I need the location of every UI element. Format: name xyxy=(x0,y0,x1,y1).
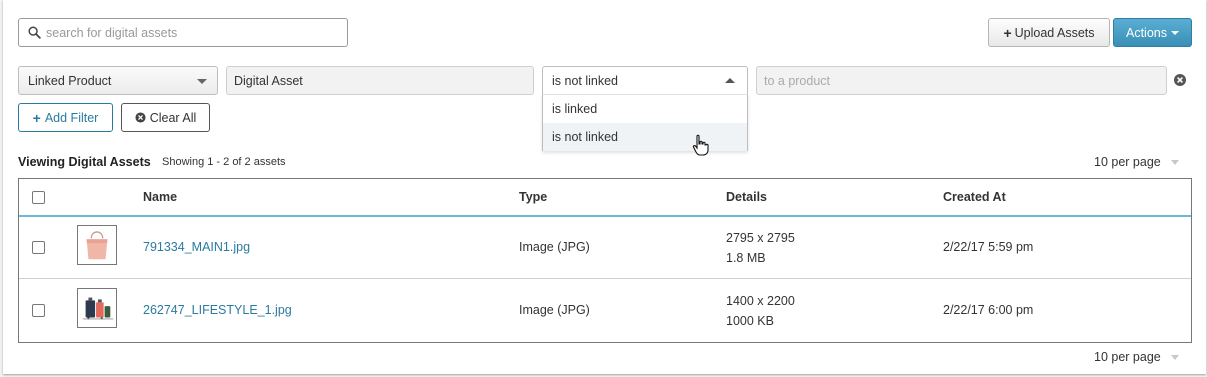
per-page-select-bottom[interactable]: 10 per page xyxy=(1094,350,1179,364)
row-checkbox[interactable] xyxy=(32,241,45,254)
asset-dimensions: 1400 x 2200 xyxy=(726,294,795,308)
add-filter-button[interactable]: + Add Filter xyxy=(18,103,113,132)
column-header-details[interactable]: Details xyxy=(726,190,767,204)
results-count: Showing 1 - 2 of 2 assets xyxy=(162,156,286,168)
tote-bag-image xyxy=(86,231,108,260)
asset-dimensions: 2795 x 2795 xyxy=(726,231,795,245)
per-page-select-top[interactable]: 10 per page xyxy=(1094,155,1179,169)
plus-icon: + xyxy=(32,109,41,126)
filter-operator-select[interactable]: is not linked xyxy=(542,66,748,95)
asset-details: 1400 x 2200 1000 KB xyxy=(726,291,795,331)
assets-table: Name Type Details Created At 791334_MAIN… xyxy=(18,178,1192,343)
actions-button[interactable]: Actions xyxy=(1113,18,1192,47)
clear-all-button[interactable]: Clear All xyxy=(121,103,210,132)
list-title: Viewing Digital Assets xyxy=(18,155,151,169)
search-box[interactable] xyxy=(18,18,348,47)
chevron-down-icon xyxy=(1171,30,1179,35)
table-row: 262747_LIFESTYLE_1.jpg Image (JPG) 1400 … xyxy=(19,280,1191,342)
actions-label: Actions xyxy=(1126,25,1167,40)
chevron-down-icon xyxy=(1170,354,1179,360)
filter-field-select[interactable]: Linked Product xyxy=(18,66,218,95)
asset-thumbnail[interactable] xyxy=(77,225,117,265)
remove-filter-icon[interactable] xyxy=(1173,73,1187,87)
column-header-type[interactable]: Type xyxy=(519,190,547,204)
asset-created-at: 2/22/17 6:00 pm xyxy=(943,303,1034,317)
search-icon xyxy=(28,26,41,39)
asset-details: 2795 x 2795 1.8 MB xyxy=(726,228,795,268)
asset-thumbnail[interactable] xyxy=(77,288,117,328)
search-input[interactable] xyxy=(46,25,326,40)
upload-assets-label: Upload Assets xyxy=(1014,25,1095,40)
luggage-set-image xyxy=(82,297,114,320)
asset-name-link[interactable]: 262747_LIFESTYLE_1.jpg xyxy=(143,303,292,317)
filter-field-type-value: Digital Asset xyxy=(234,73,303,88)
per-page-label: 10 per page xyxy=(1094,155,1161,169)
asset-size: 1.8 MB xyxy=(726,251,766,265)
filter-field-type: Digital Asset xyxy=(226,66,534,95)
per-page-label: 10 per page xyxy=(1094,350,1161,364)
filter-value-input[interactable] xyxy=(764,73,1154,88)
asset-name-link[interactable]: 791334_MAIN1.jpg xyxy=(143,240,250,254)
filter-field-value: Linked Product xyxy=(28,73,112,88)
select-all-checkbox[interactable] xyxy=(32,191,45,204)
asset-size: 1000 KB xyxy=(726,314,774,328)
chevron-down-icon xyxy=(1170,159,1179,165)
plus-icon: + xyxy=(1003,24,1012,41)
operator-dropdown-menu: is linked is not linked xyxy=(542,94,748,151)
column-header-created[interactable]: Created At xyxy=(943,190,1006,204)
asset-type: Image (JPG) xyxy=(519,303,590,317)
hand-cursor-icon xyxy=(692,134,709,156)
filter-operator-value: is not linked xyxy=(552,74,619,88)
filter-value-field[interactable] xyxy=(756,66,1167,95)
clear-all-label: Clear All xyxy=(149,110,197,125)
chevron-down-icon xyxy=(197,79,207,84)
asset-created-at: 2/22/17 5:59 pm xyxy=(943,240,1034,254)
asset-type: Image (JPG) xyxy=(519,240,590,254)
row-checkbox[interactable] xyxy=(32,304,45,317)
upload-assets-button[interactable]: + Upload Assets xyxy=(988,18,1110,47)
close-circle-icon xyxy=(135,112,146,123)
operator-option-is-not-linked[interactable]: is not linked xyxy=(543,123,747,151)
table-header: Name Type Details Created At xyxy=(19,179,1191,217)
operator-option-is-linked[interactable]: is linked xyxy=(543,95,747,123)
add-filter-label: Add Filter xyxy=(44,110,99,125)
table-row: 791334_MAIN1.jpg Image (JPG) 2795 x 2795… xyxy=(19,217,1191,279)
column-header-name[interactable]: Name xyxy=(143,190,177,204)
chevron-up-icon xyxy=(725,78,735,83)
